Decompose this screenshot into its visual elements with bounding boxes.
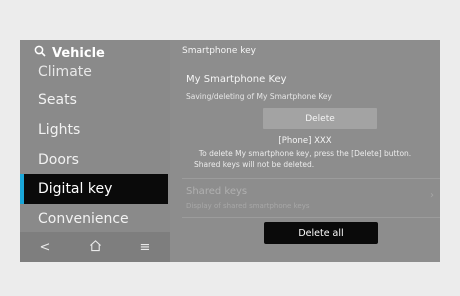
home-icon — [89, 239, 101, 251]
sidebar-item-label: Digital key — [38, 181, 113, 197]
phone-label: [Phone] XXX — [278, 136, 332, 146]
delete-button[interactable]: Delete — [263, 108, 377, 129]
delete-note-line1: To delete My smartphone key, press the [… — [198, 149, 412, 158]
delete-note-line2: Shared keys will not be deleted. — [194, 160, 315, 169]
my-key-title: My Smartphone Key — [186, 74, 287, 85]
shared-keys-subtitle: Display of shared smartphone keys — [186, 202, 310, 210]
sidebar-item-label: Climate — [38, 64, 92, 76]
infotainment-screen: Vehicle Climate Seats Lights Doors Digit… — [20, 40, 440, 262]
chevron-right-icon[interactable]: › — [430, 190, 434, 201]
divider — [182, 217, 440, 218]
sidebar: Vehicle Climate Seats Lights Doors Digit… — [20, 40, 170, 262]
page-title: Smartphone key — [182, 46, 257, 56]
divider — [182, 178, 440, 179]
home-button[interactable] — [75, 239, 115, 256]
delete-all-button[interactable]: Delete all — [264, 222, 378, 244]
shared-keys-title[interactable]: Shared keys — [186, 186, 247, 197]
sidebar-item-label: Convenience — [38, 211, 129, 227]
sidebar-item-label: Doors — [38, 152, 79, 168]
main-content: Smartphone key My Smartphone Key Saving/… — [170, 40, 440, 262]
menu-button[interactable]: ≡ — [125, 240, 165, 255]
sidebar-item-seats[interactable]: Seats — [20, 85, 170, 115]
sidebar-item-label: Seats — [38, 92, 77, 108]
my-key-subtitle: Saving/deleting of My Smartphone Key — [186, 92, 332, 101]
sidebar-item-lights[interactable]: Lights — [20, 115, 170, 145]
sidebar-item-digital-key[interactable]: Digital key — [20, 174, 168, 204]
sidebar-item-doors[interactable]: Doors — [20, 145, 170, 175]
back-button[interactable]: < — [25, 240, 65, 255]
sidebar-bottom-nav: < ≡ — [20, 232, 170, 262]
sidebar-item-label: Lights — [38, 122, 81, 138]
sidebar-item-convenience[interactable]: Convenience — [20, 204, 170, 234]
sidebar-item-climate[interactable]: Climate — [20, 56, 170, 76]
